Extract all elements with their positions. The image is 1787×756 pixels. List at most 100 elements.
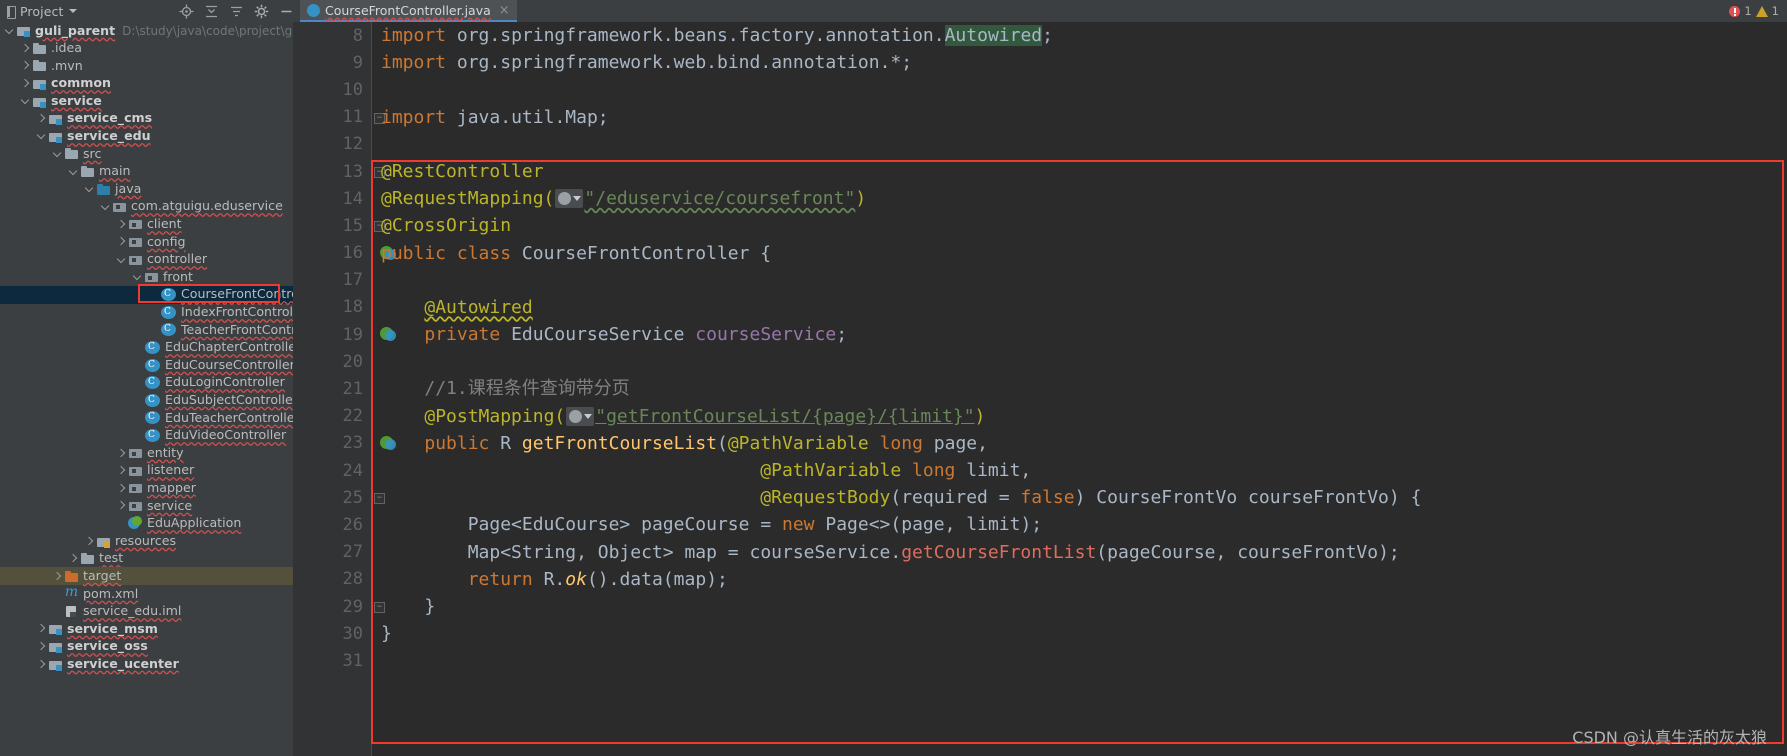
gutter-line-22[interactable]: 22	[293, 403, 371, 430]
gutter-line-19[interactable]: 19	[293, 321, 396, 348]
tree-item-educoursecontroller[interactable]: EduCourseController	[0, 356, 293, 374]
tree-item-edusubjectcontroller[interactable]: EduSubjectController	[0, 391, 293, 409]
tree-item-.mvn[interactable]: .mvn	[0, 57, 293, 75]
gutter-line-27[interactable]: 27	[293, 539, 371, 566]
gutter-line-26[interactable]: 26	[293, 511, 371, 538]
tree-item-eduapplication[interactable]: EduApplication	[0, 515, 293, 533]
chevron-right-icon[interactable]	[19, 42, 31, 54]
chevron-down-icon[interactable]	[51, 148, 63, 160]
project-tool-window-header[interactable]: Project	[0, 0, 300, 22]
tree-item-listener[interactable]: listener	[0, 462, 293, 480]
chevron-right-icon[interactable]	[19, 78, 31, 90]
tree-item-service[interactable]: service	[0, 92, 293, 110]
chevron-down-icon[interactable]	[69, 9, 78, 13]
tree-item-coursefrontcontroller[interactable]: CourseFrontController	[0, 285, 293, 304]
project-tree[interactable]: guli_parent D:\study\java\code\project\gu…	[0, 22, 293, 756]
gutter-line-18[interactable]: 18	[293, 294, 371, 321]
tree-item-educhaptercontroller[interactable]: EduChapterController	[0, 339, 293, 357]
gutter-line-31[interactable]: 31	[293, 647, 371, 674]
chevron-down-icon[interactable]	[67, 166, 79, 178]
tree-item-java[interactable]: java	[0, 180, 293, 198]
tree-item-guli_parent[interactable]: guli_parent D:\study\java\code\project\gu…	[0, 22, 293, 40]
gutter-line-17[interactable]: 17	[293, 267, 371, 294]
tab-CourseFrontController-java[interactable]: CourseFrontController.java ×	[300, 0, 517, 22]
tree-item-controller[interactable]: controller	[0, 251, 293, 269]
chevron-down-icon[interactable]	[3, 25, 15, 37]
expand-all-icon[interactable]	[229, 4, 244, 19]
chevron-right-icon[interactable]	[115, 500, 127, 512]
tree-item-service_msm[interactable]: service_msm	[0, 620, 293, 638]
tree-item-com.atguigu.eduservice[interactable]: com.atguigu.eduservice	[0, 198, 293, 216]
gutter-line-21[interactable]: 21	[293, 375, 371, 402]
gutter-line-25[interactable]: 25−	[293, 484, 385, 511]
tree-item-main[interactable]: main	[0, 163, 293, 181]
chevron-right-icon[interactable]	[51, 570, 63, 582]
chevron-right-icon[interactable]	[115, 218, 127, 230]
editor-gutter[interactable]: 8 9 10 11− 12 13− 14 15− 16 17 18 19 20 21 22 23 24 25− 26…	[293, 22, 396, 756]
gutter-line-23[interactable]: 23	[293, 430, 396, 457]
chevron-right-icon[interactable]	[115, 465, 127, 477]
gutter-line-10[interactable]: 10	[293, 76, 371, 103]
chevron-right-icon[interactable]	[35, 658, 47, 670]
hide-tool-window-icon[interactable]	[279, 4, 294, 19]
tree-item-service_edu[interactable]: service_edu	[0, 128, 293, 146]
locate-icon[interactable]	[179, 4, 194, 19]
tree-item-client[interactable]: client	[0, 216, 293, 234]
gutter-line-24[interactable]: 24	[293, 457, 371, 484]
tree-item-indexfrontcontroller[interactable]: IndexFrontController	[0, 304, 293, 322]
post-mapping-path[interactable]: "getFrontCourseList/{page}/{limit}"	[595, 406, 974, 427]
chevron-right-icon[interactable]	[35, 113, 47, 125]
tree-item-teacherfrontcontroller[interactable]: TeacherFrontController	[0, 321, 293, 339]
chevron-right-icon[interactable]	[35, 641, 47, 653]
tree-item-src[interactable]: src	[0, 145, 293, 163]
gutter-line-29[interactable]: 29−	[293, 593, 385, 620]
tree-item-common[interactable]: common	[0, 75, 293, 93]
gutter-line-20[interactable]: 20	[293, 348, 371, 375]
gutter-line-16[interactable]: 16	[293, 240, 396, 267]
gutter-line-9[interactable]: 9	[293, 49, 371, 76]
gutter-line-8[interactable]: 8	[293, 22, 371, 49]
tree-item-service_edu.iml[interactable]: service_edu.iml	[0, 603, 293, 621]
chevron-down-icon[interactable]	[35, 130, 47, 142]
gutter-line-11[interactable]: 11−	[293, 104, 385, 131]
chevron-down-icon[interactable]	[83, 183, 95, 195]
web-url-gutter-icon-2[interactable]	[566, 406, 595, 426]
chevron-right-icon[interactable]	[83, 535, 95, 547]
gutter-line-14[interactable]: 14	[293, 185, 371, 212]
chevron-down-icon[interactable]	[115, 254, 127, 266]
tree-item-service_ucenter[interactable]: service_ucenter	[0, 655, 293, 673]
gutter-line-12[interactable]: 12	[293, 131, 371, 158]
tree-item-mapper[interactable]: mapper	[0, 479, 293, 497]
code-content[interactable]: import org.springframework.beans.factory…	[371, 22, 1787, 756]
request-mapping-path[interactable]: "/eduservice/coursefront"	[584, 188, 855, 209]
tree-item-service_oss[interactable]: service_oss	[0, 638, 293, 656]
tree-item-edulogincontroller[interactable]: EduLoginController	[0, 374, 293, 392]
chevron-right-icon[interactable]	[19, 60, 31, 72]
tree-item-target[interactable]: target	[0, 567, 293, 585]
tree-item-front[interactable]: front	[0, 268, 293, 286]
chevron-right-icon[interactable]	[115, 482, 127, 494]
tree-item-entity[interactable]: entity	[0, 444, 293, 462]
tree-item-resources[interactable]: resources	[0, 532, 293, 550]
chevron-down-icon[interactable]	[131, 271, 143, 283]
chevron-down-icon[interactable]	[19, 95, 31, 107]
tree-item-pom.xml[interactable]: pom.xml	[0, 584, 293, 603]
gutter-line-30[interactable]: 30	[293, 620, 371, 647]
chevron-down-icon[interactable]	[99, 201, 111, 213]
code-editor[interactable]: 8 9 10 11− 12 13− 14 15− 16 17 18 19 20 21 22 23 24 25− 26…	[293, 22, 1787, 756]
gutter-line-15[interactable]: 15−	[293, 212, 385, 239]
tree-item-eduteachercontroller[interactable]: EduTeacherController	[0, 409, 293, 427]
tree-item-eduvideocontroller[interactable]: EduVideoController	[0, 427, 293, 445]
chevron-right-icon[interactable]	[115, 447, 127, 459]
gutter-line-13[interactable]: 13−	[293, 158, 385, 185]
tree-item-service[interactable]: service	[0, 497, 293, 515]
tree-item-test[interactable]: test	[0, 550, 293, 568]
tree-item-.idea[interactable]: .idea	[0, 40, 293, 58]
gear-icon[interactable]	[254, 4, 269, 19]
chevron-right-icon[interactable]	[35, 623, 47, 635]
tree-item-service_cms[interactable]: service_cms	[0, 110, 293, 128]
tree-item-config[interactable]: config	[0, 233, 293, 251]
collapse-all-icon[interactable]	[204, 4, 219, 19]
web-url-gutter-icon[interactable]	[555, 189, 584, 209]
gutter-line-28[interactable]: 28	[293, 566, 371, 593]
